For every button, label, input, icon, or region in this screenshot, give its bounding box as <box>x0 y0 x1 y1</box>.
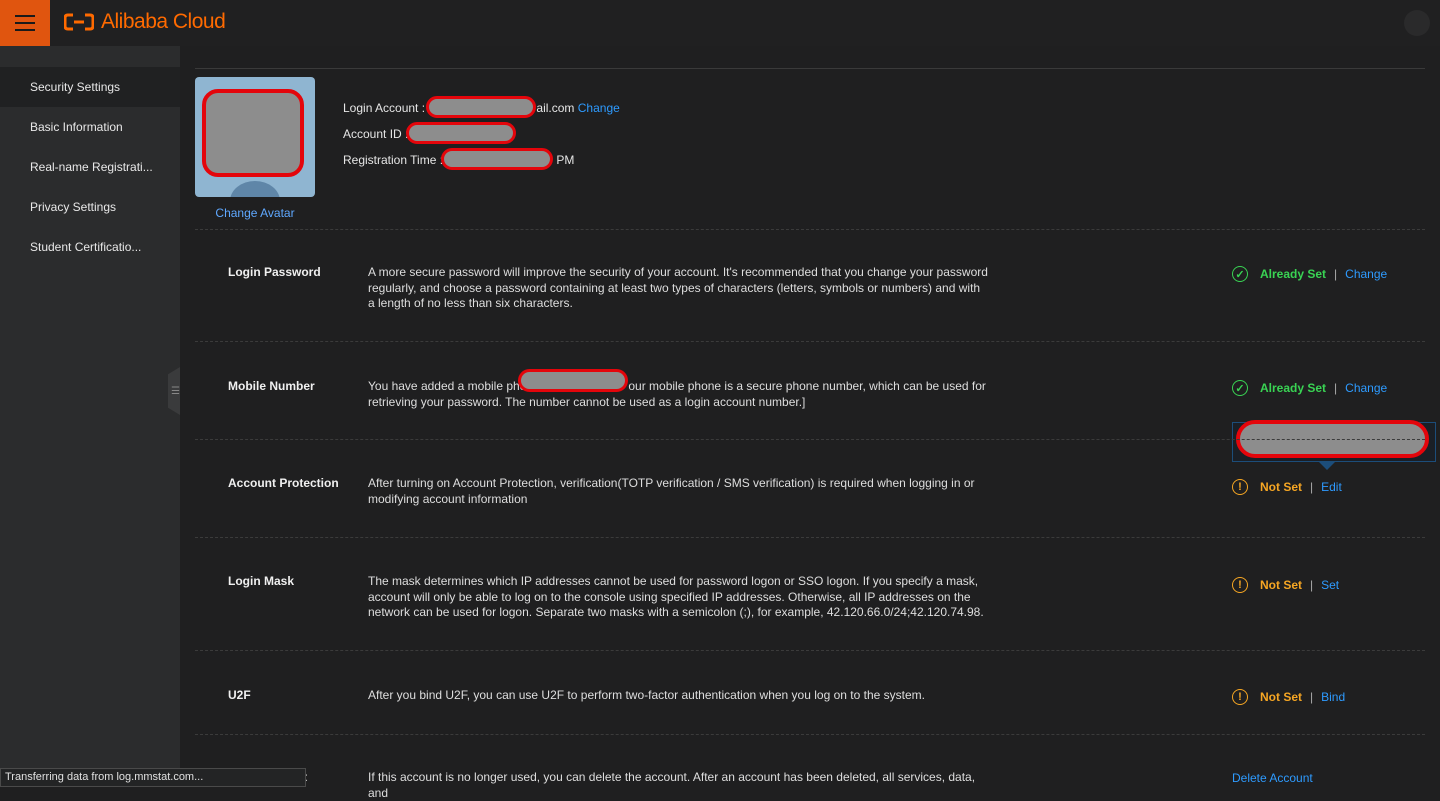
delete-account-link[interactable]: Delete Account <box>1232 771 1313 785</box>
redaction-login-account <box>426 96 536 118</box>
setting-status: ! Not Set | Edit <box>1232 479 1342 495</box>
redaction-registration-time <box>441 148 553 170</box>
alibaba-cloud-logo-icon <box>64 13 94 31</box>
desc-part-1: You have added a mobile pho <box>368 379 527 393</box>
change-login-account-link[interactable]: Change <box>578 101 620 115</box>
setting-status: ✓ Already Set | Change <box>1232 380 1387 396</box>
separator: | <box>1334 267 1338 281</box>
sidebar-item-basic-information[interactable]: Basic Information <box>0 107 180 147</box>
registration-time-suffix: PM <box>556 153 575 167</box>
sidebar: Security Settings Basic Information Real… <box>0 46 180 787</box>
set-login-mask-link[interactable]: Set <box>1321 578 1339 592</box>
status-text: Already Set <box>1260 381 1327 395</box>
setting-row-login-mask: Login Mask The mask determines which IP … <box>195 537 1425 651</box>
setting-description: The mask determines which IP addresses c… <box>368 574 984 619</box>
user-avatar-button[interactable] <box>1404 10 1430 36</box>
setting-status: ! Not Set | Set <box>1232 577 1339 593</box>
setting-title: Account Protection <box>228 476 339 490</box>
redaction-avatar <box>202 89 304 177</box>
check-circle-icon: ✓ <box>1232 266 1248 282</box>
separator: | <box>1334 381 1338 395</box>
edit-account-protection-link[interactable]: Edit <box>1321 480 1342 494</box>
setting-status: ✓ Already Set | Change <box>1232 266 1387 282</box>
avatar-silhouette <box>230 181 280 197</box>
divider <box>195 68 1425 69</box>
sidebar-item-student-certification[interactable]: Student Certificatio... <box>0 227 180 267</box>
brand-logo[interactable]: Alibaba Cloud <box>64 10 226 34</box>
setting-row-account-protection: Account Protection After turning on Acco… <box>195 439 1425 538</box>
setting-status: ! Not Set | Bind <box>1232 689 1345 705</box>
login-account-suffix: ail.com <box>536 101 575 115</box>
collapse-icon: ☰ <box>171 385 180 397</box>
setting-row-u2f: U2F After you bind U2F, you can use U2F … <box>195 650 1425 735</box>
registration-time-label: Registration Time : <box>343 153 444 167</box>
status-text: Not Set <box>1260 578 1302 592</box>
setting-row-login-password: Login Password A more secure password wi… <box>195 229 1425 342</box>
separator: | <box>1310 480 1314 494</box>
setting-description: A more secure password will improve the … <box>368 265 988 310</box>
warning-circle-icon: ! <box>1232 689 1248 705</box>
redaction-account-id <box>406 122 516 144</box>
sidebar-item-real-name-registration[interactable]: Real-name Registrati... <box>0 147 180 187</box>
setting-row-delete-account: t If this account is no longer used, you… <box>195 734 1425 800</box>
login-account-label: Login Account : <box>343 101 426 115</box>
status-text: Not Set <box>1260 480 1302 494</box>
status-text: Not Set <box>1260 690 1302 704</box>
check-circle-icon: ✓ <box>1232 380 1248 396</box>
setting-title: Login Password <box>228 265 321 279</box>
brand-name: Alibaba Cloud <box>101 10 226 33</box>
warning-circle-icon: ! <box>1232 479 1248 495</box>
setting-title: Mobile Number <box>228 379 315 393</box>
setting-description: After you bind U2F, you can use U2F to p… <box>368 688 925 702</box>
change-password-link[interactable]: Change <box>1345 267 1387 281</box>
setting-description: You have added a mobile pho our mobile ph… <box>368 379 988 410</box>
setting-description: After turning on Account Protection, ver… <box>368 476 975 506</box>
browser-status-bar: Transferring data from log.mmstat.com... <box>0 768 306 787</box>
setting-title: Login Mask <box>228 574 295 588</box>
separator: | <box>1310 690 1314 704</box>
change-mobile-link[interactable]: Change <box>1345 381 1387 395</box>
change-avatar-link[interactable]: Change Avatar <box>195 206 315 220</box>
setting-title: U2F <box>228 688 251 702</box>
separator: | <box>1310 578 1314 592</box>
account-id-line: Account ID : <box>343 127 408 141</box>
setting-status: Delete Account <box>1232 771 1313 785</box>
top-navigation-bar: Alibaba Cloud <box>0 0 1440 46</box>
redaction-mobile-number <box>518 369 628 392</box>
status-text: Already Set <box>1260 267 1327 281</box>
account-id-label: Account ID : <box>343 127 409 141</box>
sidebar-item-privacy-settings[interactable]: Privacy Settings <box>0 187 180 227</box>
sidebar-item-security-settings[interactable]: Security Settings <box>0 67 180 107</box>
sidebar-collapse-handle[interactable]: ☰ <box>168 367 180 415</box>
setting-description: If this account is no longer used, you c… <box>368 770 976 800</box>
menu-icon[interactable] <box>0 0 50 46</box>
bind-u2f-link[interactable]: Bind <box>1321 690 1345 704</box>
warning-circle-icon: ! <box>1232 577 1248 593</box>
